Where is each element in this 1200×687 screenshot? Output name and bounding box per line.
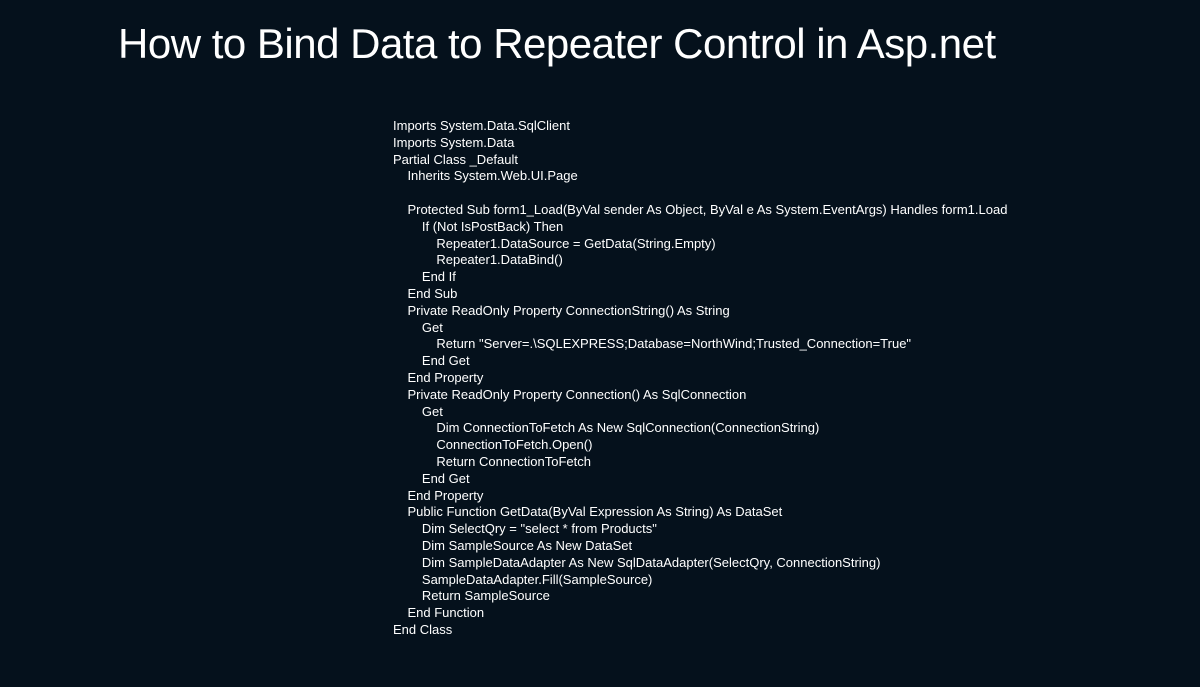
code-block: Imports System.Data.SqlClient Imports Sy… [0, 118, 1200, 639]
page-title: How to Bind Data to Repeater Control in … [0, 20, 1200, 68]
document-container: How to Bind Data to Repeater Control in … [0, 0, 1200, 687]
